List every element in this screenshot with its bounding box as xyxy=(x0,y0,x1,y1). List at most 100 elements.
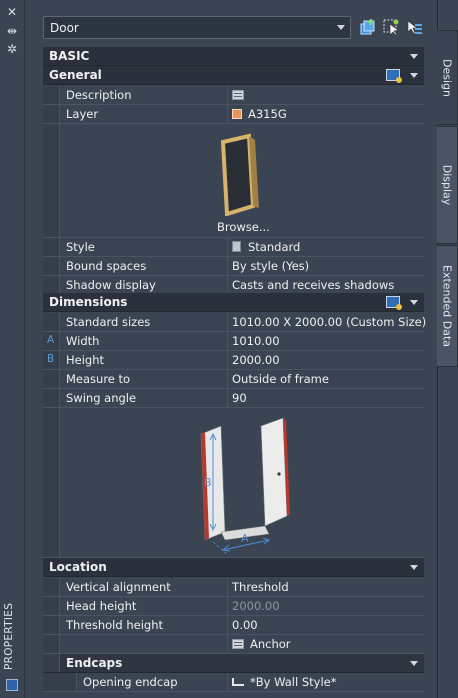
prop-label: Shadow display xyxy=(66,278,156,292)
prop-label: Threshold height xyxy=(66,618,163,632)
prop-value[interactable]: Outside of frame xyxy=(232,372,329,386)
prop-value[interactable]: 1010.00 X 2000.00 (Custom Size) xyxy=(232,315,426,329)
dimension-letter: B xyxy=(47,353,55,365)
column-divider xyxy=(227,313,228,331)
description-edit-icon[interactable] xyxy=(232,88,250,102)
layer-color-swatch xyxy=(232,109,242,119)
chevron-down-icon xyxy=(337,25,345,30)
object-type-value: Door xyxy=(50,21,79,35)
style-editor-icon[interactable] xyxy=(386,69,402,83)
column-divider xyxy=(227,673,228,691)
row-gutter xyxy=(43,578,60,596)
tab-label: Design xyxy=(440,58,454,97)
collapse-icon[interactable] xyxy=(410,73,418,78)
prop-bound-spaces[interactable]: Bound spaces By style (Yes) xyxy=(43,257,424,276)
prop-value[interactable]: *By Wall Style* xyxy=(232,675,336,689)
tab-label: Display xyxy=(440,164,454,206)
prop-value[interactable]: 1010.00 xyxy=(232,334,280,348)
column-divider xyxy=(227,332,228,350)
prop-value[interactable]: Standard xyxy=(232,240,300,254)
column-divider xyxy=(227,578,228,596)
row-gutter xyxy=(43,597,60,615)
door-style-preview: Browse... xyxy=(43,124,424,238)
row-gutter xyxy=(43,313,60,331)
prop-value[interactable]: 0.00 xyxy=(232,618,258,632)
column-divider xyxy=(227,616,228,634)
collapse-icon[interactable] xyxy=(410,565,418,570)
column-divider xyxy=(227,238,228,256)
row-gutter xyxy=(43,124,60,237)
prop-value[interactable]: Casts and receives shadows xyxy=(232,278,394,292)
prop-standard-sizes[interactable]: Standard sizes 1010.00 X 2000.00 (Custom… xyxy=(43,313,426,332)
tab-extended-data[interactable]: Extended Data xyxy=(437,245,458,367)
prop-swing-angle[interactable]: Swing angle 90 xyxy=(43,389,424,408)
row-gutter xyxy=(43,635,60,653)
prop-opening-endcap[interactable]: Opening endcap *By Wall Style* xyxy=(43,673,424,692)
select-objects-icon[interactable] xyxy=(405,18,423,36)
auto-hide-icon[interactable]: ⇹ xyxy=(5,25,19,37)
tab-label: Extended Data xyxy=(440,264,454,348)
section-location[interactable]: Location xyxy=(43,558,424,577)
prop-value[interactable]: 90 xyxy=(232,391,247,405)
row-gutter xyxy=(43,654,60,672)
prop-value[interactable]: 2000.00 xyxy=(232,353,280,367)
prop-layer[interactable]: Layer A315G xyxy=(43,105,424,124)
prop-label: Description xyxy=(66,88,132,102)
prop-label: Bound spaces xyxy=(66,259,147,273)
prop-value[interactable]: Anchor xyxy=(232,637,291,651)
section-endcaps-label: Endcaps xyxy=(66,656,123,670)
column-divider xyxy=(227,257,228,275)
prop-label: Measure to xyxy=(66,372,131,386)
column-divider xyxy=(227,635,228,653)
prop-label: Swing angle xyxy=(66,391,137,405)
category-basic[interactable]: BASIC xyxy=(43,47,424,66)
collapse-icon[interactable] xyxy=(410,300,418,305)
add-selection-icon[interactable] xyxy=(359,18,377,36)
column-divider xyxy=(227,597,228,615)
style-editor-icon[interactable] xyxy=(386,296,402,310)
door-preview-image[interactable] xyxy=(213,132,273,216)
prop-label: Height xyxy=(66,353,105,367)
door-diagram-image: B A xyxy=(200,417,290,554)
prop-description[interactable]: Description xyxy=(43,86,424,105)
tab-design[interactable]: Design xyxy=(437,30,458,125)
prop-height[interactable]: B Height 2000.00 xyxy=(43,351,424,370)
collapse-icon[interactable] xyxy=(410,661,418,666)
prop-value[interactable]: A315G xyxy=(232,107,287,121)
prop-label: Standard sizes xyxy=(66,315,151,329)
prop-style[interactable]: Style Standard xyxy=(43,238,424,257)
prop-vertical-alignment[interactable]: Vertical alignment Threshold xyxy=(43,578,424,597)
section-dimensions-label: Dimensions xyxy=(49,295,128,309)
prop-label: Vertical alignment xyxy=(66,580,171,594)
row-gutter xyxy=(43,370,60,388)
door-style-icon xyxy=(232,241,241,252)
prop-threshold-height[interactable]: Threshold height 0.00 xyxy=(43,616,424,635)
row-gutter xyxy=(43,389,60,407)
object-type-dropdown[interactable]: Door xyxy=(43,16,351,39)
palette-settings-icon[interactable]: ✲ xyxy=(5,43,19,55)
prop-width[interactable]: A Width 1010.00 xyxy=(43,332,424,351)
close-icon[interactable]: ✕ xyxy=(5,6,19,18)
prop-measure-to[interactable]: Measure to Outside of frame xyxy=(43,370,424,389)
prop-label: Width xyxy=(66,334,100,348)
prop-value[interactable]: By style (Yes) xyxy=(232,259,309,273)
row-gutter xyxy=(43,86,60,104)
browse-link[interactable]: Browse... xyxy=(217,220,270,234)
section-dimensions[interactable]: Dimensions xyxy=(43,293,424,312)
row-gutter xyxy=(43,257,60,275)
prop-value[interactable]: Threshold xyxy=(232,580,289,594)
tab-display[interactable]: Display xyxy=(437,126,458,244)
category-basic-label: BASIC xyxy=(49,49,90,63)
palette-title-strip: ✕ ⇹ ✲ PROPERTIES xyxy=(0,0,25,698)
prop-anchor[interactable]: Anchor xyxy=(43,635,424,654)
section-general[interactable]: General xyxy=(43,66,424,85)
collapse-icon[interactable] xyxy=(410,54,418,59)
quick-select-icon[interactable] xyxy=(382,18,400,36)
prop-label: Head height xyxy=(66,599,137,613)
section-general-label: General xyxy=(49,68,102,82)
column-divider xyxy=(227,351,228,369)
section-endcaps[interactable]: Endcaps xyxy=(43,654,424,673)
prop-head-height[interactable]: Head height 2000.00 xyxy=(43,597,424,616)
prop-value: 2000.00 xyxy=(232,599,280,613)
prop-label: Layer xyxy=(66,107,99,121)
